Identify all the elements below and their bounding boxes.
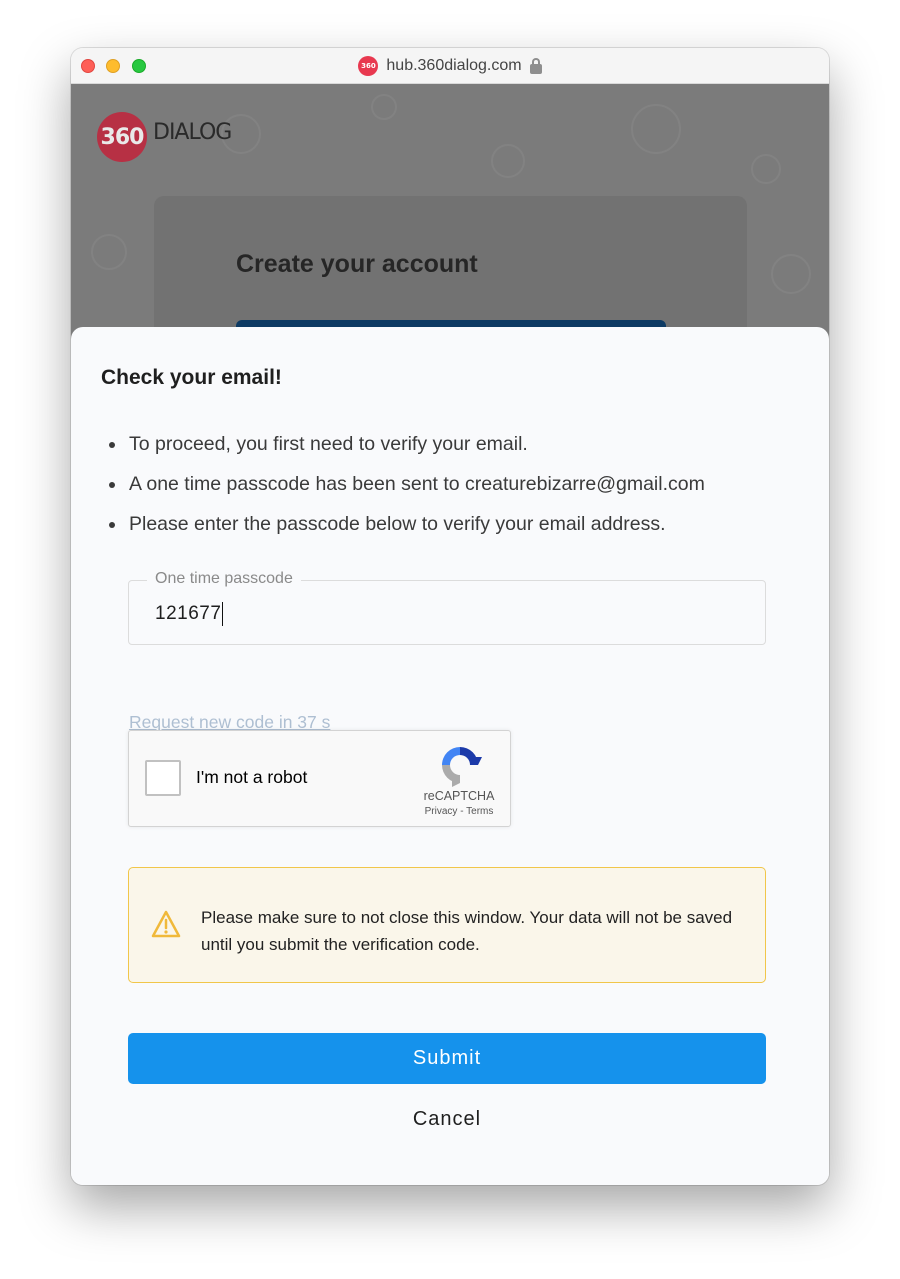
signup-card-title: Create your account bbox=[236, 250, 478, 278]
passcode-field[interactable]: One time passcode 121677 bbox=[128, 570, 766, 645]
recaptcha-logo-icon bbox=[442, 747, 482, 787]
brand-logo-text: DIALOG bbox=[153, 120, 232, 145]
list-item: A one time passcode has been sent to cre… bbox=[109, 471, 705, 511]
cancel-button[interactable]: Cancel bbox=[128, 1102, 766, 1136]
warning-icon bbox=[151, 910, 181, 938]
text-caret bbox=[222, 602, 224, 626]
passcode-input-value[interactable]: 121677 bbox=[155, 603, 221, 625]
signup-card: Create your account bbox=[154, 196, 747, 344]
background-page: 360 DIALOG Create your account bbox=[71, 84, 829, 344]
list-item: To proceed, you first need to verify you… bbox=[109, 431, 705, 471]
address-bar[interactable]: 360 hub.360dialog.com bbox=[71, 48, 829, 84]
warning-banner: Please make sure to not close this windo… bbox=[128, 867, 766, 983]
recaptcha-widget: I'm not a robot reCAPTCHA Privacy - Term… bbox=[128, 730, 511, 827]
submit-button[interactable]: Submit bbox=[128, 1033, 766, 1084]
warning-text: Please make sure to not close this windo… bbox=[201, 908, 733, 954]
recaptcha-label: I'm not a robot bbox=[196, 767, 308, 787]
browser-window: 360 hub.360dialog.com 360 DIALOG Create … bbox=[71, 48, 829, 1185]
site-favicon-icon: 360 bbox=[358, 56, 379, 76]
verify-email-modal: Check your email! To proceed, you first … bbox=[71, 327, 829, 1185]
instructions-list: To proceed, you first need to verify you… bbox=[109, 431, 705, 551]
list-item: Please enter the passcode below to verif… bbox=[109, 511, 705, 551]
passcode-field-label: One time passcode bbox=[147, 570, 301, 588]
modal-title: Check your email! bbox=[101, 366, 282, 389]
url-text: hub.360dialog.com bbox=[386, 57, 522, 74]
recaptcha-privacy-terms-links[interactable]: Privacy - Terms bbox=[409, 806, 509, 817]
brand-logo-icon: 360 bbox=[97, 112, 147, 162]
recaptcha-checkbox[interactable] bbox=[145, 760, 181, 796]
recaptcha-brand: reCAPTCHA bbox=[423, 789, 495, 803]
title-bar: 360 hub.360dialog.com bbox=[71, 48, 829, 84]
lock-icon bbox=[529, 58, 542, 74]
